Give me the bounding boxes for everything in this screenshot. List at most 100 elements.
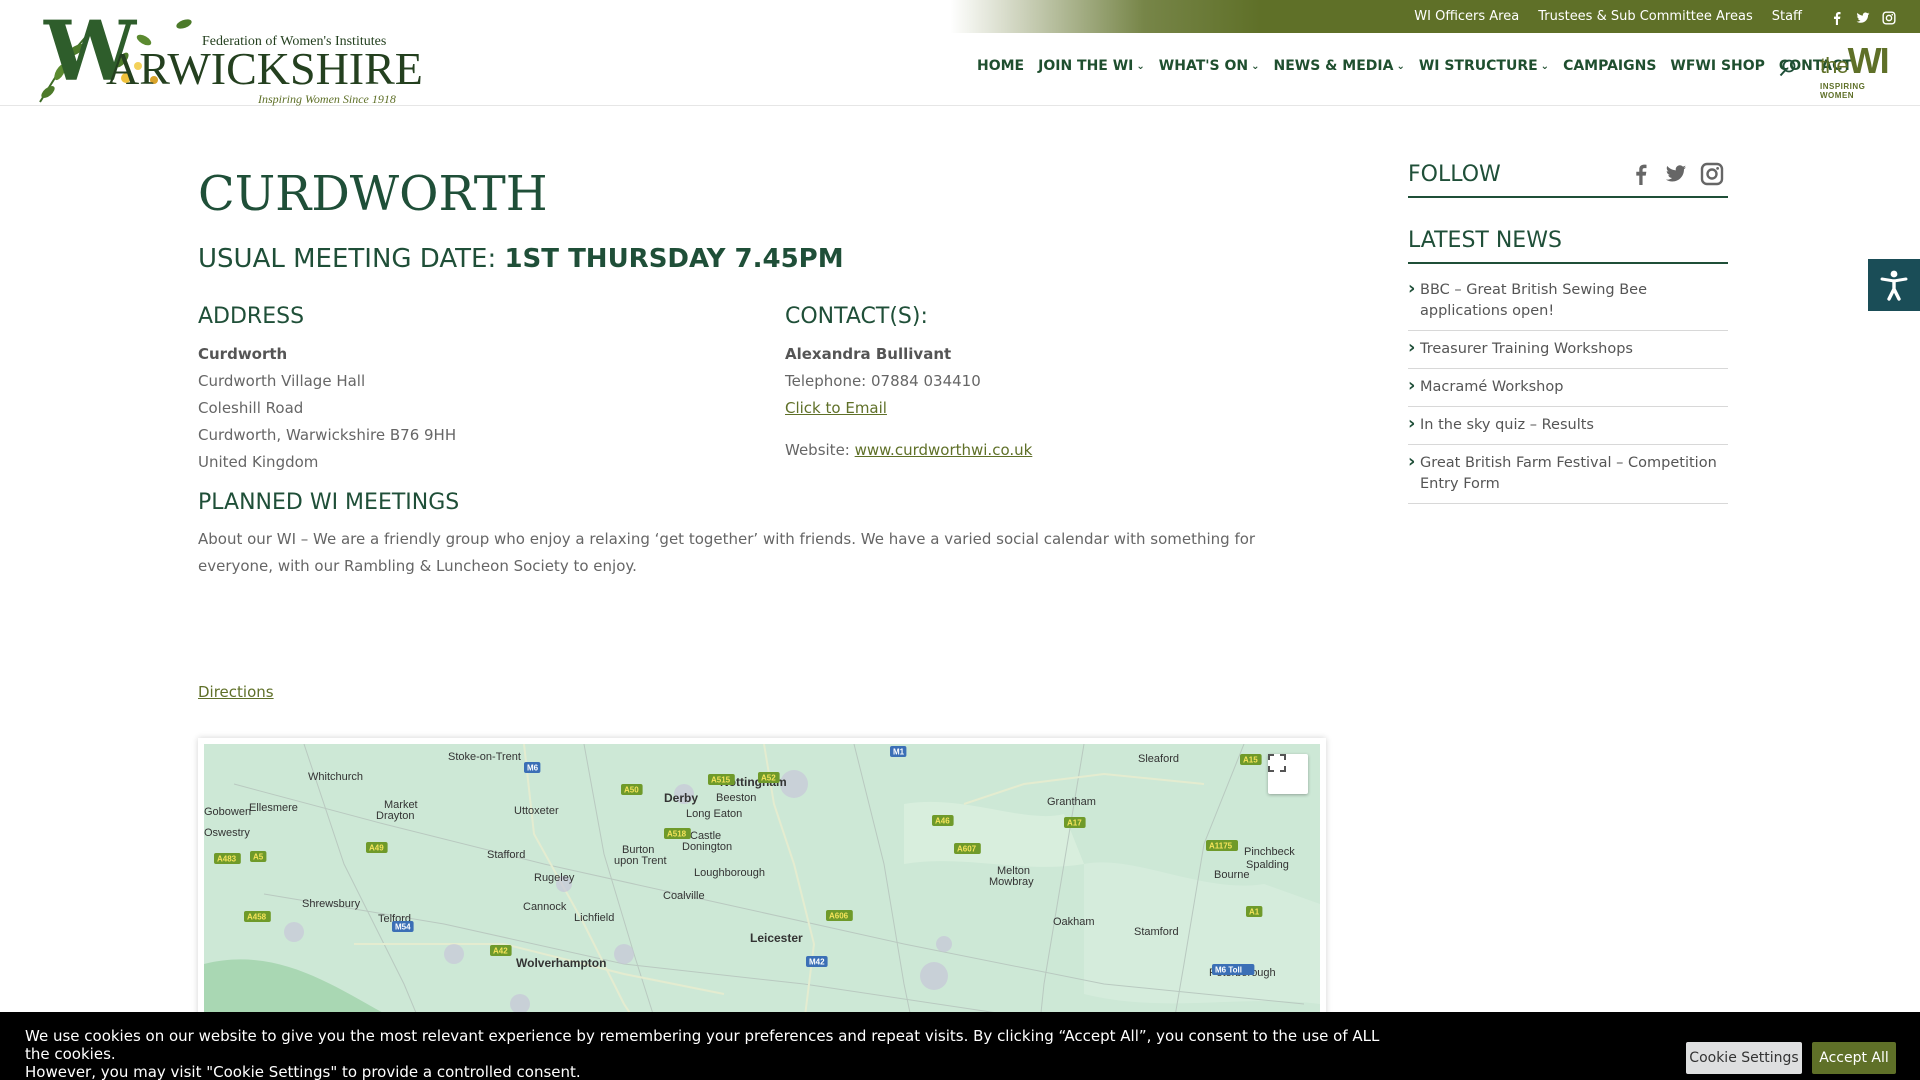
news-item[interactable]: In the sky quiz – Results — [1408, 407, 1728, 445]
twitter-icon[interactable] — [1856, 10, 1870, 24]
chevron-down-icon: ⌄ — [1396, 60, 1405, 72]
map-place-label: Uttoxeter — [514, 805, 559, 817]
map-place-label: Long Eaton — [686, 808, 742, 820]
news-item[interactable]: Macramé Workshop — [1408, 369, 1728, 407]
nav-wfwi-shop[interactable]: WFWI SHOP — [1670, 58, 1765, 74]
svg-text:A52: A52 — [761, 774, 776, 783]
logo-tagline: Inspiring Women Since 1918 — [258, 92, 396, 106]
nav-join-label: JOIN THE WI — [1038, 58, 1134, 74]
map-road-shield: A5 — [250, 851, 267, 862]
cookie-consent-bar: We use cookies on our website to give yo… — [0, 1012, 1920, 1080]
map-road-shield: A607 — [954, 843, 981, 854]
svg-text:A15: A15 — [1243, 756, 1258, 765]
twitter-icon[interactable] — [1664, 163, 1688, 189]
follow-heading: FOLLOW — [1408, 162, 1501, 187]
svg-text:A606: A606 — [829, 912, 849, 921]
the-wi-logo[interactable]: theWI INSPIRING WOMEN — [1820, 40, 1892, 100]
svg-text:A515: A515 — [711, 776, 731, 785]
nav-whats-on-label: WHAT'S ON — [1158, 58, 1249, 74]
map-road-shield: A1175 — [1206, 840, 1238, 851]
map-road-shield: A49 — [366, 842, 388, 853]
trustees-link[interactable]: Trustees & Sub Committee Areas — [1538, 9, 1753, 24]
address-heading: ADDRESS — [198, 304, 305, 329]
website-label: Website: — [785, 441, 855, 459]
map-road-shield: A42 — [490, 945, 512, 956]
email-link[interactable]: Click to Email — [785, 399, 887, 417]
map-place-label: Sleaford — [1138, 753, 1179, 765]
news-item[interactable]: BBC – Great British Sewing Bee applicati… — [1408, 272, 1728, 331]
svg-text:A42: A42 — [493, 947, 508, 956]
map-place-label: Stafford — [487, 849, 525, 861]
nav-home[interactable]: HOME — [977, 58, 1024, 74]
staff-link[interactable]: Staff — [1772, 9, 1802, 24]
map-place-label: Oswestry — [204, 827, 250, 839]
nav-news-label: NEWS & MEDIA — [1273, 58, 1394, 74]
svg-text:A5: A5 — [253, 853, 264, 862]
svg-text:A483: A483 — [217, 855, 237, 864]
svg-text:M6 Toll: M6 Toll — [1215, 966, 1242, 975]
address-name: Curdworth — [198, 345, 288, 363]
instagram-icon[interactable] — [1700, 162, 1724, 190]
map-road-shield: A52 — [758, 772, 780, 783]
map-road-shield: A50 — [621, 784, 643, 795]
svg-text:A518: A518 — [667, 830, 687, 839]
map-place-label: Gobowen — [204, 806, 251, 818]
svg-text:A1: A1 — [1249, 908, 1260, 917]
map-fullscreen-button[interactable] — [1268, 754, 1308, 794]
contact-block: Alexandra Bullivant Telephone: 07884 034… — [785, 341, 1032, 464]
nav-shop-label: WFWI SHOP — [1670, 58, 1765, 74]
latest-news-list: BBC – Great British Sewing Bee applicati… — [1408, 272, 1728, 504]
search-icon[interactable] — [1779, 58, 1797, 78]
map-road-shield: M42 — [806, 956, 828, 967]
svg-text:A607: A607 — [957, 845, 977, 854]
svg-text:A1175: A1175 — [1209, 842, 1233, 851]
chevron-down-icon: ⌄ — [1251, 60, 1260, 72]
warwickshire-logo[interactable]: W Federation of Women's Institutes ARWIC… — [34, 4, 423, 110]
wi-officers-link[interactable]: WI Officers Area — [1414, 9, 1519, 24]
map-road-shield: A515 — [708, 774, 735, 785]
svg-text:M54: M54 — [395, 923, 411, 932]
map-place-label: Ellesmere — [249, 802, 298, 814]
map-road-shield: M1 — [890, 746, 907, 757]
news-item[interactable]: Great British Farm Festival – Competitio… — [1408, 445, 1728, 504]
map-place-label: Shrewsbury — [302, 898, 361, 910]
nav-wi-structure[interactable]: WI STRUCTURE ⌄ — [1419, 58, 1549, 74]
map-place-label: Cannock — [523, 901, 567, 913]
site-header: WI Officers Area Trustees & Sub Committe… — [0, 0, 1920, 106]
map-place-label: Rugeley — [534, 872, 575, 884]
facebook-icon[interactable] — [1830, 10, 1844, 25]
map-road-shield: A1 — [1246, 906, 1263, 917]
top-links: WI Officers Area Trustees & Sub Committe… — [1395, 0, 1896, 33]
map-place-label: Pinchbeck — [1244, 846, 1295, 858]
news-item[interactable]: Treasurer Training Workshops — [1408, 331, 1728, 369]
map-road-shield: A458 — [244, 911, 271, 922]
facebook-icon[interactable] — [1630, 162, 1652, 190]
the-wi-subtitle: INSPIRING WOMEN — [1820, 82, 1866, 100]
directions-link[interactable]: Directions — [198, 679, 274, 706]
cookie-settings-button[interactable]: Cookie Settings — [1686, 1042, 1802, 1074]
chevron-down-icon: ⌄ — [1540, 60, 1550, 72]
map-place-label: Grantham — [1047, 796, 1096, 808]
nav-campaigns[interactable]: CAMPAIGNS — [1563, 58, 1656, 74]
planned-meetings-heading: PLANNED WI MEETINGS — [198, 490, 460, 515]
accessibility-button[interactable] — [1868, 259, 1920, 311]
the-wi-wordmark: theWI — [1820, 40, 1890, 82]
top-social-icons — [1830, 10, 1896, 25]
the-wi-the: the — [1820, 53, 1849, 78]
website-link[interactable]: www.curdworthwi.co.uk — [855, 441, 1033, 459]
cookie-message: We use cookies on our website to give yo… — [25, 1027, 1405, 1080]
svg-text:M42: M42 — [809, 958, 825, 967]
accept-all-button[interactable]: Accept All — [1812, 1042, 1896, 1074]
nav-join-the-wi[interactable]: JOIN THE WI ⌄ — [1038, 58, 1145, 74]
nav-news-media[interactable]: NEWS & MEDIA ⌄ — [1274, 58, 1405, 74]
map-road-shield: A17 — [1064, 817, 1086, 828]
svg-text:A458: A458 — [247, 913, 267, 922]
accessibility-icon — [1880, 270, 1908, 301]
svg-text:A49: A49 — [369, 844, 384, 853]
nav-whats-on[interactable]: WHAT'S ON ⌄ — [1159, 58, 1260, 74]
map-place-label: Bourne — [1214, 869, 1249, 881]
map-road-shield: A518 — [664, 828, 691, 839]
map-place-label: Wolverhampton — [516, 956, 606, 970]
main-navigation: HOME JOIN THE WI ⌄ WHAT'S ON ⌄ NEWS & MEDI… — [977, 58, 1866, 74]
instagram-icon[interactable] — [1882, 10, 1896, 25]
